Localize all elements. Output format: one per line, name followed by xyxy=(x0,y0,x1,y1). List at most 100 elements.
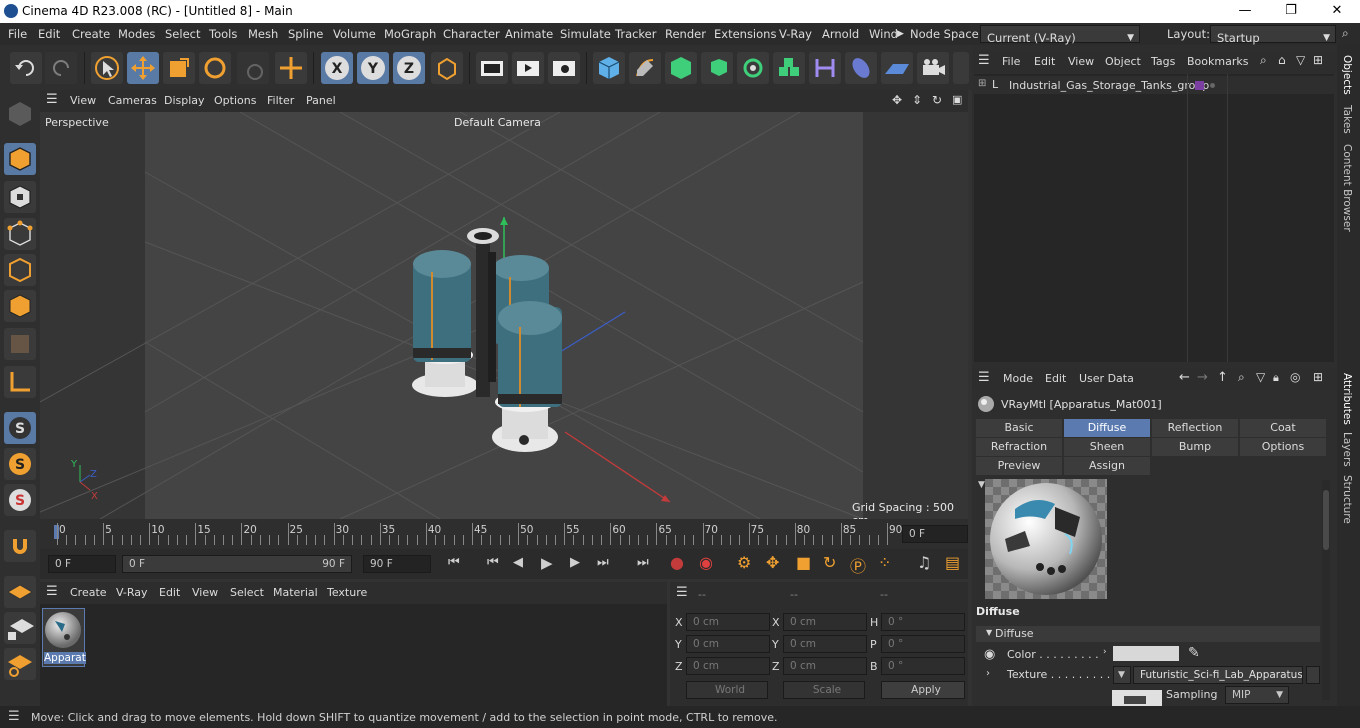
tab-sheen[interactable]: Sheen xyxy=(1064,438,1150,456)
material-menu-create[interactable]: Create xyxy=(70,586,107,599)
menu-edit[interactable]: Edit xyxy=(38,27,60,41)
viewport-menu-filter[interactable]: Filter xyxy=(267,94,294,107)
go-to-end-icon[interactable]: ⏭ xyxy=(637,555,649,570)
material-menu-texture[interactable]: Texture xyxy=(327,586,367,599)
tab-bump[interactable]: Bump xyxy=(1152,438,1238,456)
viewport-menu-cameras[interactable]: Cameras xyxy=(108,94,157,107)
mograph-cloner-button[interactable] xyxy=(773,52,805,84)
texture-dropdown-button[interactable]: ▼ xyxy=(1113,666,1131,684)
expand-color-icon[interactable]: › xyxy=(1103,647,1107,657)
color-swatch[interactable] xyxy=(1113,646,1179,661)
layer-color-chip[interactable] xyxy=(1195,81,1204,90)
attributes-menu-edit[interactable]: Edit xyxy=(1045,372,1066,385)
sampling-select[interactable]: MIP ▼ xyxy=(1225,686,1289,704)
play-icon[interactable]: ▶ xyxy=(541,554,553,572)
menu-window[interactable]: Wind xyxy=(869,27,898,41)
viewport-menu-view[interactable]: View xyxy=(70,94,96,107)
menu-tools[interactable]: Tools xyxy=(209,27,237,41)
size-z-field[interactable]: 0 cm xyxy=(783,657,867,675)
current-frame-field[interactable]: 0 F xyxy=(902,525,968,543)
objects-menu-bookmarks[interactable]: Bookmarks xyxy=(1187,55,1248,68)
menu-modes[interactable]: Modes xyxy=(118,27,155,41)
pan-view-icon[interactable]: ✥ xyxy=(892,93,902,107)
menu-animate[interactable]: Animate xyxy=(505,27,553,41)
objects-menu-file[interactable]: File xyxy=(1002,55,1020,68)
tab-refraction[interactable]: Refraction xyxy=(976,438,1062,456)
forward-arrow-icon[interactable]: → xyxy=(1197,370,1208,385)
record-rotation-icon[interactable]: ↻ xyxy=(823,553,836,572)
tab-options[interactable]: Options xyxy=(1240,438,1326,456)
rotate-tool-button[interactable] xyxy=(199,52,231,84)
viewport-hamburger-icon[interactable]: ☰ xyxy=(46,92,58,107)
side-tab-structure[interactable]: Structure xyxy=(1341,475,1353,524)
rotation-p-field[interactable]: 0 ° xyxy=(881,635,965,653)
expand-texture-icon[interactable]: › xyxy=(986,668,990,679)
objects-hamburger-icon[interactable]: ☰ xyxy=(978,53,990,68)
menu-more-arrow-icon[interactable]: ▶ xyxy=(897,29,904,39)
material-menu-vray[interactable]: V-Ray xyxy=(116,586,148,599)
world-select[interactable]: World xyxy=(686,681,768,699)
move-tool-button[interactable] xyxy=(127,52,159,84)
viewport-menu-display[interactable]: Display xyxy=(164,94,205,107)
record-scale-icon[interactable]: ■ xyxy=(796,553,811,572)
timeline-ruler[interactable]: 0 5 10 15 20 25 30 35 40 45 50 55 60 65 70 75 80 85 90 0 F xyxy=(40,519,968,549)
status-menu-icon[interactable]: ☰ xyxy=(8,709,20,724)
maximize-button[interactable]: ❐ xyxy=(1268,0,1314,23)
uv-mode-button[interactable] xyxy=(4,328,36,360)
menu-vray[interactable]: V-Ray xyxy=(779,27,812,41)
camera-button[interactable] xyxy=(917,52,949,84)
coordinate-system-button[interactable] xyxy=(431,52,463,84)
edges-mode-button[interactable] xyxy=(4,254,36,286)
x-axis-lock-button[interactable]: X xyxy=(321,52,353,84)
keyframe-selection-icon[interactable]: ⚙ xyxy=(737,553,751,572)
position-z-field[interactable]: 0 cm xyxy=(686,657,770,675)
record-position-icon[interactable]: ✥ xyxy=(766,553,779,572)
menu-spline[interactable]: Spline xyxy=(288,27,323,41)
side-tab-layers[interactable]: Layers xyxy=(1341,432,1353,467)
expand-icon[interactable]: ⊞ xyxy=(978,78,986,89)
minimize-button[interactable]: — xyxy=(1222,0,1268,23)
menu-simulate[interactable]: Simulate xyxy=(560,27,611,41)
solo-button[interactable]: S xyxy=(4,448,36,480)
objects-menu-tags[interactable]: Tags xyxy=(1151,55,1175,68)
record-point-level-icon[interactable]: ⁘ xyxy=(878,553,891,572)
material-menu-edit[interactable]: Edit xyxy=(159,586,180,599)
tab-preview-settings[interactable]: Preview Settings xyxy=(976,457,1062,490)
apply-button[interactable]: Apply xyxy=(881,681,965,699)
diffuse-group-header[interactable]: ▼ Diffuse xyxy=(976,626,1320,642)
y-axis-lock-button[interactable]: Y xyxy=(357,52,389,84)
render-settings-button[interactable] xyxy=(548,52,580,84)
menu-mesh[interactable]: Mesh xyxy=(248,27,278,41)
solo-hierarchy-button[interactable]: S xyxy=(4,484,36,516)
model-mode-button[interactable] xyxy=(4,143,36,175)
objects-menu-edit[interactable]: Edit xyxy=(1034,55,1055,68)
z-axis-lock-button[interactable]: Z xyxy=(393,52,425,84)
menu-mograph[interactable]: MoGraph xyxy=(384,27,436,41)
collapse-icon[interactable]: ▼ xyxy=(986,628,992,637)
sound-icon[interactable]: ♫ xyxy=(917,553,931,572)
attributes-scrollbar[interactable] xyxy=(1322,480,1330,700)
rotation-h-field[interactable]: 0 ° xyxy=(881,613,965,631)
end-frame-field[interactable]: 90 F xyxy=(363,555,431,573)
attributes-menu-mode[interactable]: Mode xyxy=(1003,372,1033,385)
menu-character[interactable]: Character xyxy=(443,27,500,41)
material-menu-material[interactable]: Material xyxy=(273,586,318,599)
material-menu-view[interactable]: View xyxy=(192,586,218,599)
tab-assign[interactable]: Assign xyxy=(1064,457,1150,475)
texture-field[interactable]: Futuristic_Sci-fi_Lab_Apparatus_B xyxy=(1133,666,1303,684)
menu-create[interactable]: Create xyxy=(72,27,110,41)
tab-reflection[interactable]: Reflection xyxy=(1152,419,1238,437)
go-to-start-icon[interactable]: ⏮ xyxy=(448,555,460,570)
environment-button[interactable] xyxy=(845,52,877,84)
gas-tank-front[interactable] xyxy=(492,301,562,452)
magnet-tool-button[interactable] xyxy=(4,530,36,562)
side-tab-takes[interactable]: Takes xyxy=(1341,105,1353,134)
texture-more-button[interactable] xyxy=(1306,666,1320,684)
attributes-hamburger-icon[interactable]: ☰ xyxy=(978,370,990,385)
record-parameter-icon[interactable]: Ⓟ xyxy=(850,553,866,577)
undo-button[interactable] xyxy=(10,52,42,84)
make-editable-button[interactable] xyxy=(4,98,36,130)
menu-render[interactable]: Render xyxy=(665,27,706,41)
menu-file[interactable]: File xyxy=(8,27,27,41)
up-arrow-icon[interactable]: ↑ xyxy=(1217,370,1228,385)
